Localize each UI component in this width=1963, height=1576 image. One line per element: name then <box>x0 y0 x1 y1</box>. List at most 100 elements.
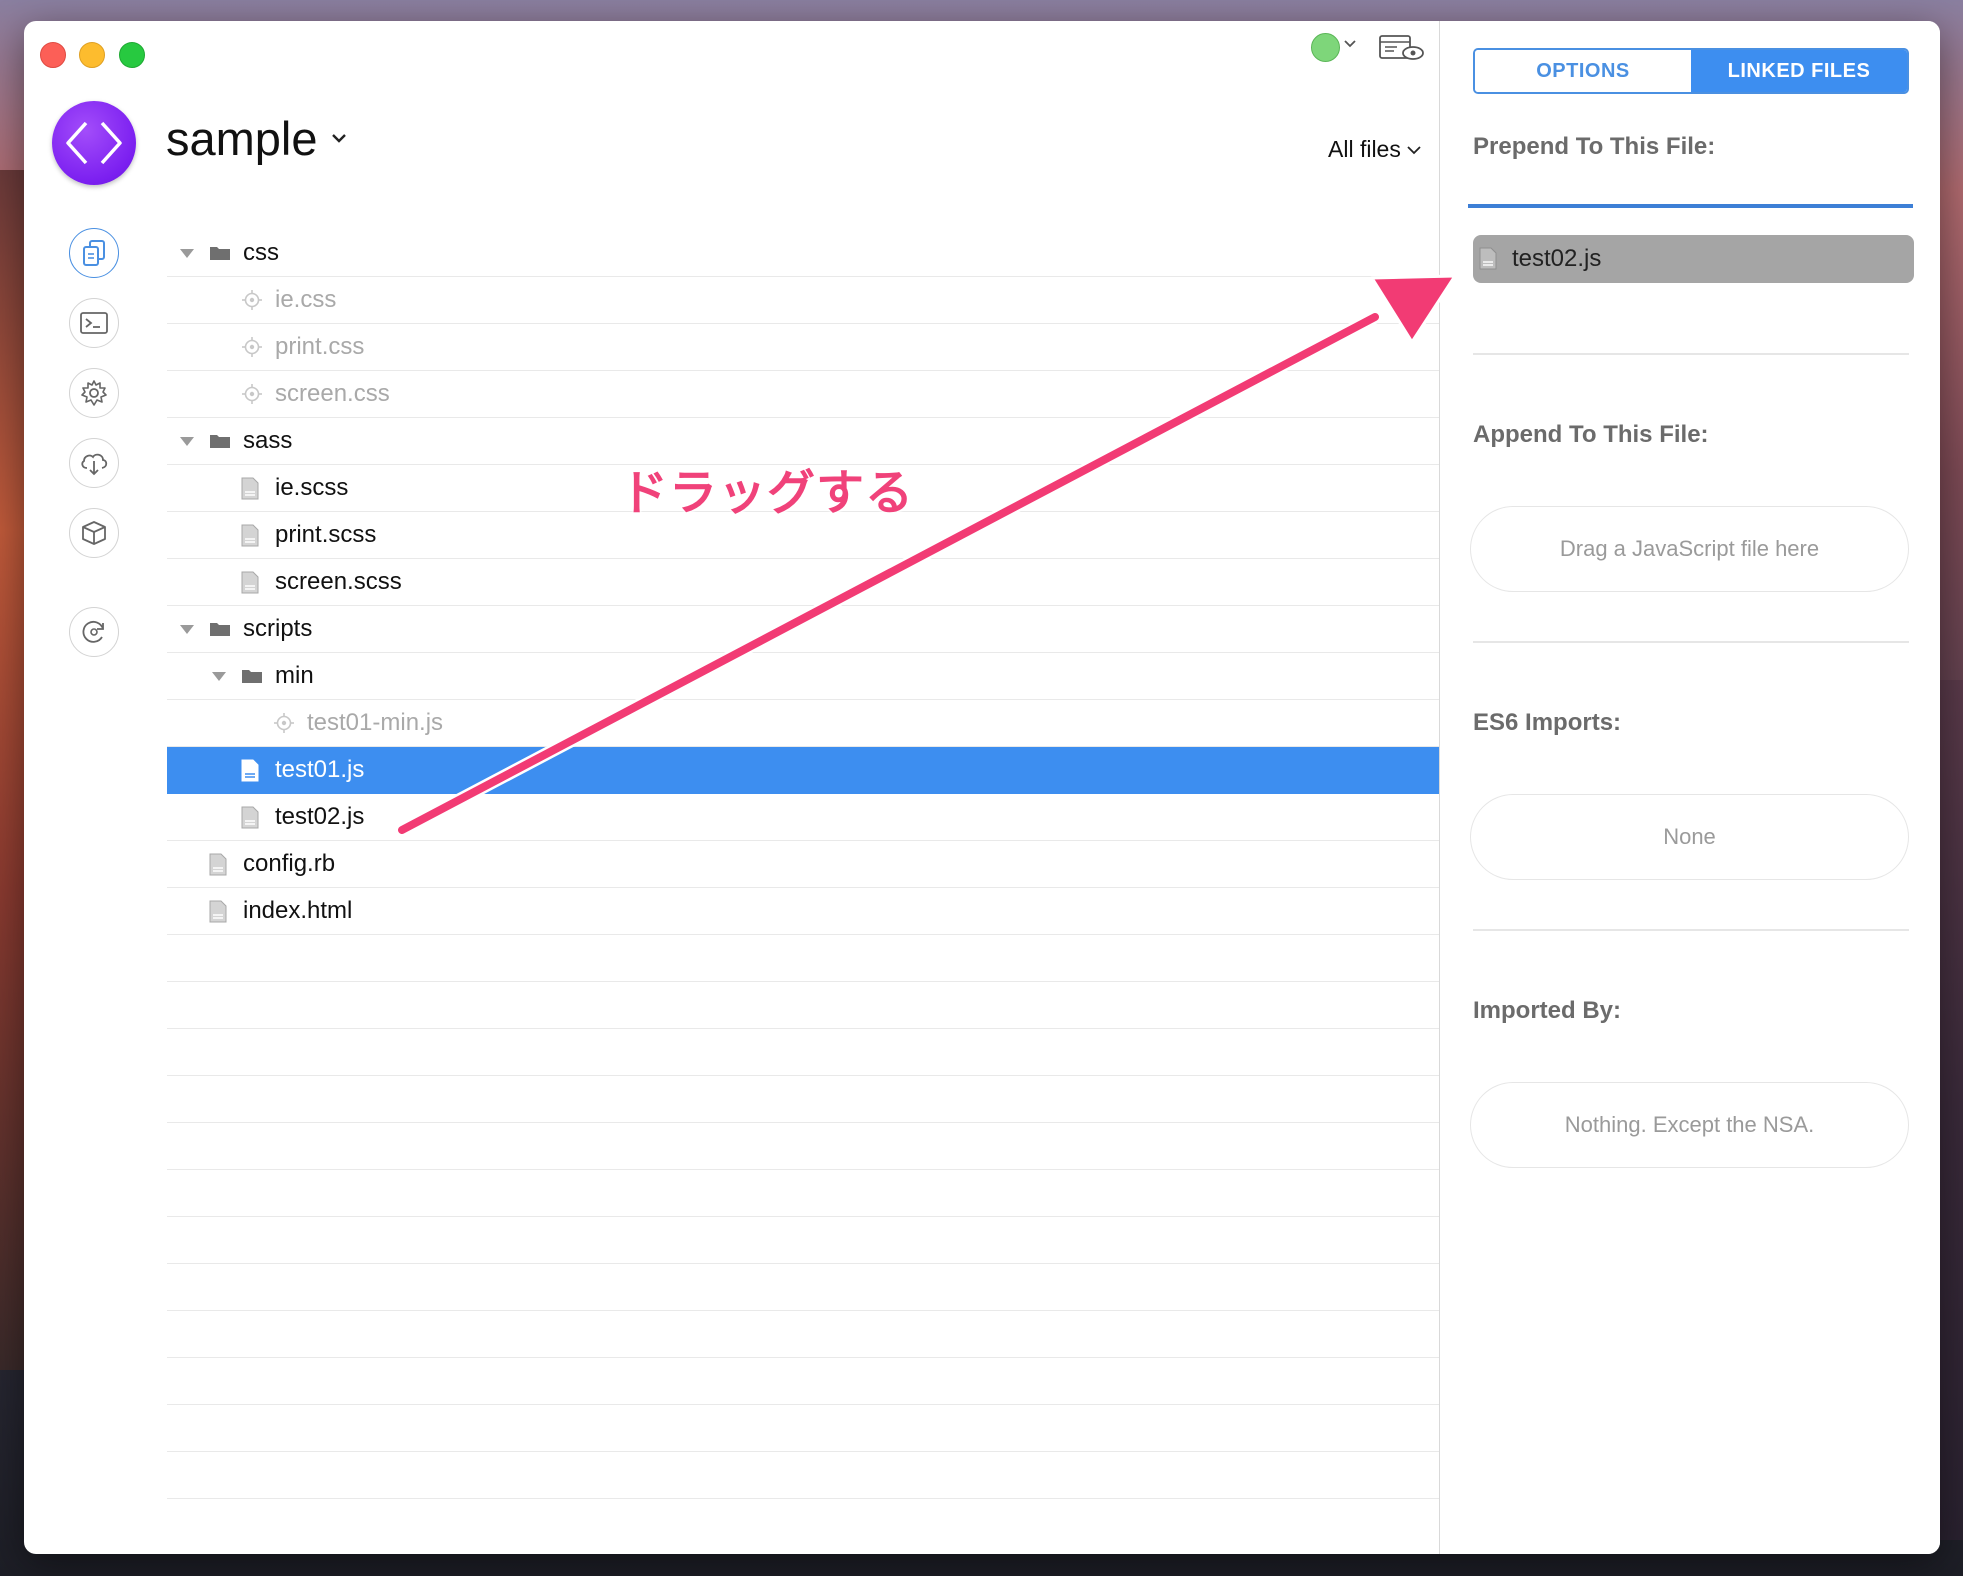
file-name: min <box>275 662 314 689</box>
file-name: test02.js <box>275 803 365 830</box>
file-icon <box>241 759 259 782</box>
imported-by-title: Imported By: <box>1473 997 1622 1024</box>
file-name: css <box>243 239 279 266</box>
gear-icon <box>81 380 107 406</box>
drag-annotation: ドラッグする <box>620 465 915 521</box>
box-icon <box>82 521 106 545</box>
file-name: sass <box>243 427 293 454</box>
settings-nav-button[interactable] <box>69 368 119 418</box>
folder-icon <box>210 247 230 260</box>
terminal-icon <box>80 312 108 334</box>
empty-row <box>167 1217 1442 1264</box>
prepend-drop-focus <box>1468 204 1913 208</box>
refresh-icon <box>82 620 104 643</box>
file-row[interactable]: ie.css <box>167 277 1442 324</box>
file-row[interactable]: config.rb <box>167 841 1442 888</box>
file-name: screen.scss <box>275 568 402 595</box>
folder-icon <box>242 670 262 683</box>
project-name[interactable]: sample <box>166 111 318 166</box>
file-icon <box>241 477 259 500</box>
file-icon <box>209 853 227 876</box>
server-status-indicator[interactable] <box>1311 33 1340 62</box>
empty-row <box>167 1311 1442 1358</box>
refresh-nav-button[interactable] <box>69 607 119 657</box>
file-name: ie.scss <box>275 474 349 501</box>
empty-row <box>167 1264 1442 1311</box>
file-filter-dropdown[interactable]: All files <box>1328 136 1401 163</box>
app-window: sample All files css ie.css print.css sc… <box>24 21 1940 1554</box>
file-name: test01-min.js <box>307 709 444 736</box>
append-drop-zone[interactable]: Drag a JavaScript file here <box>1470 506 1909 592</box>
disclosure-triangle-icon[interactable] <box>180 625 194 634</box>
linked-file-name: test02.js <box>1512 245 1602 272</box>
folder-icon <box>210 623 230 636</box>
output-file-icon <box>242 290 262 310</box>
divider <box>1473 929 1909 931</box>
inspector-tabs: OPTIONS LINKED FILES <box>1473 48 1909 94</box>
file-name: ie.css <box>275 286 337 313</box>
disclosure-triangle-icon[interactable] <box>212 672 226 681</box>
file-icon <box>241 571 259 594</box>
log-nav-button[interactable] <box>69 298 119 348</box>
preview-icon[interactable] <box>1379 33 1425 63</box>
prepend-linked-file[interactable]: test02.js <box>1473 235 1914 283</box>
file-row[interactable]: screen.scss <box>167 559 1442 606</box>
file-tree: css ie.css print.css screen.css sass ie.scss p… <box>167 230 1442 1499</box>
tab-linked-files[interactable]: LINKED FILES <box>1691 50 1907 92</box>
file-icon <box>209 900 227 923</box>
tab-options[interactable]: OPTIONS <box>1475 50 1691 92</box>
file-row[interactable]: print.css <box>167 324 1442 371</box>
empty-row <box>167 1029 1442 1076</box>
file-name: config.rb <box>243 850 336 877</box>
minimize-window-button[interactable] <box>79 42 105 68</box>
file-row[interactable]: screen.css <box>167 371 1442 418</box>
file-name: index.html <box>243 897 353 924</box>
close-window-button[interactable] <box>40 42 66 68</box>
packages-nav-button[interactable] <box>69 508 119 558</box>
empty-row <box>167 982 1442 1029</box>
chevron-down-icon[interactable] <box>1342 35 1358 58</box>
file-row[interactable]: index.html <box>167 888 1442 935</box>
folder-row[interactable]: css <box>167 230 1442 277</box>
file-icon <box>241 806 259 829</box>
folder-row[interactable]: min <box>167 653 1442 700</box>
divider <box>1473 353 1909 355</box>
empty-row <box>167 1076 1442 1123</box>
empty-row <box>167 1123 1442 1170</box>
chevron-down-icon[interactable] <box>1406 142 1422 158</box>
disclosure-triangle-icon[interactable] <box>180 437 194 446</box>
project-icon[interactable] <box>52 101 136 185</box>
folder-row[interactable]: scripts <box>167 606 1442 653</box>
file-icon <box>241 524 259 547</box>
file-row[interactable]: test02.js <box>167 794 1442 841</box>
file-name: print.scss <box>275 521 377 548</box>
chevron-down-icon[interactable] <box>329 128 349 148</box>
es6-imports-title: ES6 Imports: <box>1473 709 1622 736</box>
deploy-nav-button[interactable] <box>69 438 119 488</box>
empty-row <box>167 1170 1442 1217</box>
file-name: screen.css <box>275 380 390 407</box>
folder-icon <box>210 435 230 448</box>
disclosure-triangle-icon[interactable] <box>180 249 194 258</box>
imported-by-box: Nothing. Except the NSA. <box>1470 1082 1909 1168</box>
file-row[interactable]: test01.js <box>167 747 1442 794</box>
file-icon <box>1479 247 1497 270</box>
output-file-icon <box>242 384 262 404</box>
empty-row <box>167 935 1442 982</box>
prepend-title: Prepend To This File: <box>1473 133 1716 160</box>
empty-row <box>167 1452 1442 1499</box>
file-row[interactable]: test01-min.js <box>167 700 1442 747</box>
empty-row <box>167 1358 1442 1405</box>
zoom-window-button[interactable] <box>119 42 145 68</box>
empty-row <box>167 1405 1442 1452</box>
file-name: print.css <box>275 333 365 360</box>
files-nav-button[interactable] <box>69 228 119 278</box>
files-icon <box>83 240 105 266</box>
file-name: scripts <box>243 615 313 642</box>
divider <box>1473 641 1909 643</box>
cloud-download-icon <box>81 453 108 476</box>
es6-imports-box: None <box>1470 794 1909 880</box>
output-file-icon <box>274 713 294 733</box>
append-title: Append To This File: <box>1473 421 1709 448</box>
file-name: test01.js <box>275 756 365 783</box>
